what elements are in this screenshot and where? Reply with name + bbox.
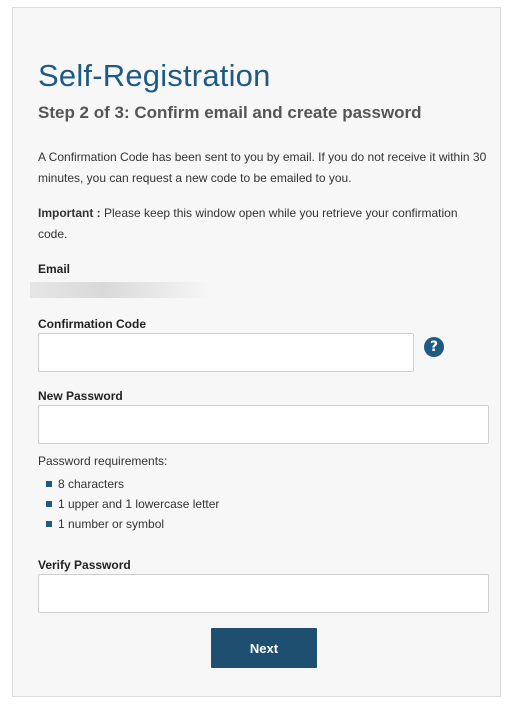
requirement-item: 8 characters bbox=[46, 474, 219, 494]
password-requirements-list: 8 characters 1 upper and 1 lowercase let… bbox=[46, 474, 219, 534]
confirmation-code-label: Confirmation Code bbox=[38, 317, 146, 331]
bullet-square-icon bbox=[46, 481, 52, 487]
step-subtitle: Step 2 of 3: Confirm email and create pa… bbox=[38, 103, 422, 122]
important-label: Important : bbox=[38, 206, 101, 220]
verify-password-input[interactable] bbox=[38, 574, 489, 613]
question-circle-icon[interactable]: ? bbox=[424, 337, 444, 357]
new-password-label: New Password bbox=[38, 389, 123, 403]
bullet-square-icon bbox=[46, 521, 52, 527]
page-title: Self-Registration bbox=[38, 58, 271, 93]
bullet-square-icon bbox=[46, 501, 52, 507]
confirmation-message: A Confirmation Code has been sent to you… bbox=[38, 150, 487, 185]
email-label: Email bbox=[38, 262, 71, 276]
new-password-input[interactable] bbox=[38, 405, 489, 444]
next-button[interactable]: Next bbox=[211, 628, 317, 668]
important-notice: Important : Please keep this window open… bbox=[38, 203, 488, 245]
email-value-redacted bbox=[30, 282, 210, 298]
requirement-item: 1 number or symbol bbox=[46, 514, 219, 534]
important-message: Please keep this window open while you r… bbox=[38, 206, 458, 241]
requirement-item: 1 upper and 1 lowercase letter bbox=[46, 494, 219, 514]
password-requirements-title: Password requirements: bbox=[38, 454, 168, 468]
confirmation-code-input[interactable] bbox=[38, 333, 414, 372]
verify-password-label: Verify Password bbox=[38, 558, 131, 572]
